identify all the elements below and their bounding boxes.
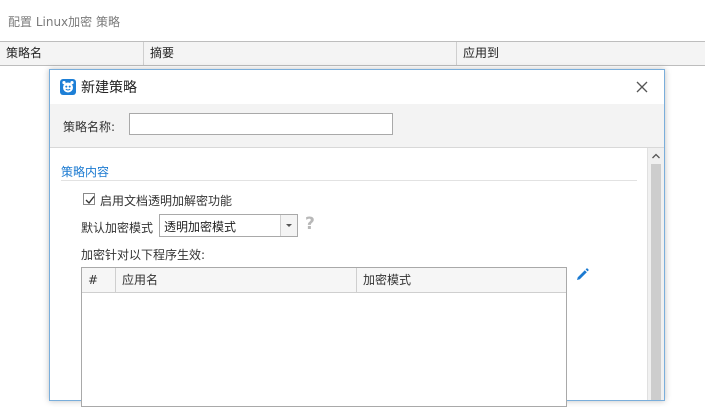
checkbox-label: 启用文档透明加解密功能: [100, 194, 233, 208]
column-header-summary[interactable]: 摘要: [144, 42, 457, 65]
default-mode-label: 默认加密模式: [81, 221, 154, 235]
help-icon[interactable]: ?: [305, 214, 315, 234]
column-header-applied-to[interactable]: 应用到: [457, 42, 705, 65]
scrollbar-thumb[interactable]: [651, 164, 661, 400]
policy-content-area: 策略内容 启用文档透明加解密功能 默认加密模式 透明加密模式 ? 加密针对以下程…: [50, 148, 647, 407]
vertical-scrollbar[interactable]: [647, 148, 664, 400]
chevron-up-icon[interactable]: [648, 148, 664, 164]
policy-table-header: 策略名 摘要 应用到: [0, 42, 705, 66]
default-mode-value: 透明加密模式: [164, 220, 237, 234]
section-title: 策略内容: [61, 165, 110, 179]
close-icon[interactable]: [632, 77, 652, 97]
window-title: 配置 Linux加密 策略: [8, 15, 120, 29]
column-header-index[interactable]: #: [82, 268, 116, 292]
chevron-down-icon[interactable]: [280, 215, 297, 236]
column-header-app-name[interactable]: 应用名: [116, 268, 357, 292]
new-policy-dialog: 新建策略 策略名称: 策略内容 启用文档透明加解密功能 默认加密模式 透明加密模…: [49, 69, 665, 407]
policy-name-input[interactable]: [129, 113, 393, 135]
application-table: # 应用名 加密模式: [81, 267, 567, 407]
column-header-policy-name[interactable]: 策略名: [0, 42, 144, 65]
application-table-header: # 应用名 加密模式: [82, 268, 566, 293]
checkbox-checked[interactable]: [83, 193, 95, 205]
pencil-edit-icon[interactable]: [574, 267, 590, 283]
dialog-titlebar[interactable]: 新建策略: [50, 70, 664, 104]
column-header-encrypt-mode[interactable]: 加密模式: [357, 268, 566, 292]
policy-name-label: 策略名称:: [63, 120, 116, 134]
divider: [61, 180, 637, 181]
app-logo-icon: [60, 79, 76, 95]
dialog-title: 新建策略: [81, 80, 137, 96]
apply-programs-label: 加密针对以下程序生效:: [81, 248, 206, 262]
default-mode-select[interactable]: 透明加密模式: [159, 214, 298, 237]
policy-name-section: 策略名称:: [50, 104, 664, 148]
